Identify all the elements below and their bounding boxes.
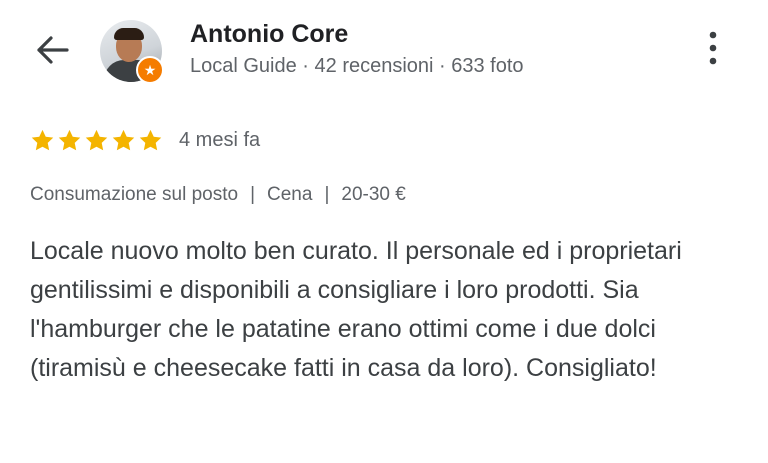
local-guide-star-badge-icon: ★ (136, 56, 164, 84)
tag-meal: Cena (267, 184, 313, 205)
star-icon (139, 129, 162, 151)
review-text: Locale nuovo molto ben curato. Il person… (30, 237, 682, 382)
tag-price: 20-30 € (341, 184, 406, 205)
rating-row: 4 mesi fa (30, 128, 260, 153)
more-vertical-icon (709, 31, 717, 70)
review-time: 4 mesi fa (179, 129, 261, 151)
star-icon (58, 129, 81, 151)
tag-separator: | (250, 184, 256, 205)
more-options-button[interactable] (696, 26, 730, 74)
tag-separator: | (324, 184, 330, 205)
star-icon (31, 129, 54, 151)
reviewer-name[interactable]: Antonio Core (190, 20, 348, 49)
tag-service: Consumazione sul posto (30, 184, 239, 205)
back-button[interactable] (30, 30, 74, 74)
star-icon (112, 129, 135, 151)
star-rating (30, 128, 163, 153)
arrow-back-icon (35, 35, 69, 70)
avatar[interactable]: ★ (100, 20, 164, 84)
star-icon (85, 129, 108, 151)
reviewer-meta: Local Guide · 42 recensioni · 633 foto (190, 55, 524, 77)
visit-tags: Consumazione sul posto | Cena | 20-30 € (30, 184, 406, 206)
